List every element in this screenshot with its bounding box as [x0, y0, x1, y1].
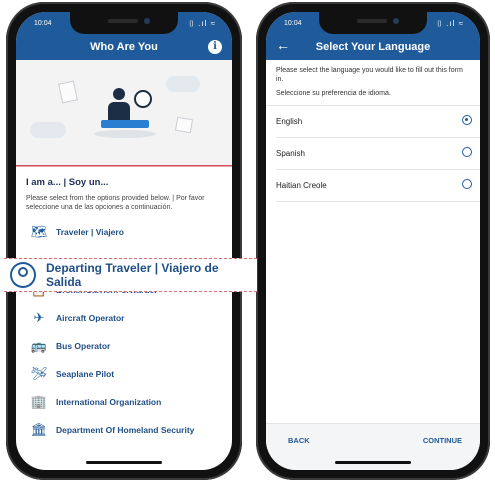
info-icon[interactable]: i	[208, 40, 222, 54]
role-label: Bus Operator	[56, 341, 111, 351]
select-language-screen: 10:04 ⌷ .ıl ≈ ← Select Your Language Ple…	[266, 12, 480, 470]
language-label: English	[276, 117, 303, 126]
role-seaplane-pilot[interactable]: 🛩 Seaplane Pilot	[16, 360, 232, 388]
language-option-spanish[interactable]: Spanish	[276, 138, 480, 170]
language-option-english[interactable]: English	[276, 106, 480, 138]
intro-text-es: Seleccione su preferencia de idioma.	[266, 84, 480, 106]
signal-icons: ⌷ .ıl ≈	[189, 19, 216, 28]
radio-selected[interactable]	[462, 115, 472, 125]
section-title: I am a... | Soy un...	[26, 177, 109, 188]
officer-icon	[113, 88, 125, 100]
signal-icons: ⌷ .ıl ≈	[437, 19, 464, 28]
role-label: Traveler | Viajero	[56, 227, 124, 237]
home-indicator[interactable]	[335, 461, 411, 464]
role-label: International Organization	[56, 397, 162, 407]
bus-icon: 🚌	[30, 338, 48, 353]
phone-right: 10:04 ⌷ .ıl ≈ ← Select Your Language Ple…	[256, 2, 490, 480]
role-aircraft-operator[interactable]: ✈ Aircraft Operator	[16, 304, 232, 332]
building-icon: 🏢	[30, 394, 48, 409]
language-label: Spanish	[276, 149, 305, 158]
home-indicator[interactable]	[86, 461, 162, 464]
role-departing-traveler[interactable]: Departing Traveler | Viajero de Salida	[4, 258, 257, 292]
role-bus-operator[interactable]: 🚌 Bus Operator	[16, 332, 232, 360]
notch	[319, 12, 427, 34]
passport-badge-icon	[134, 90, 152, 108]
role-international-organization[interactable]: 🏢 International Organization	[16, 388, 232, 416]
document-icon	[58, 80, 78, 104]
app-bar: ← Select Your Language	[266, 34, 480, 60]
role-label: Seaplane Pilot	[56, 369, 115, 379]
airplane-icon: ✈	[33, 310, 45, 325]
dhs-icon: 🏛	[30, 422, 48, 437]
hero-illustration	[16, 60, 232, 167]
status-time: 10:04	[34, 20, 52, 27]
who-are-you-screen: 10:04 ⌷ .ıl ≈ Who Are You i I am a... | …	[16, 12, 232, 470]
page-title: Select Your Language	[315, 41, 431, 53]
app-bar: Who Are You i	[16, 34, 232, 60]
phone-left: 10:04 ⌷ .ıl ≈ Who Are You i I am a... | …	[6, 2, 242, 480]
featured-role-label: Departing Traveler | Viajero de Salida	[45, 261, 219, 289]
radio-unselected[interactable]	[462, 147, 472, 157]
back-arrow-icon[interactable]: ←	[276, 37, 290, 53]
continue-button[interactable]: CONTINUE	[423, 436, 462, 445]
page-title: Who Are You	[90, 41, 158, 53]
seaplane-icon: 🛩	[30, 366, 48, 381]
cloud-icon	[166, 76, 200, 92]
role-label: Aircraft Operator	[56, 313, 125, 323]
role-traveler[interactable]: 🗺 Traveler | Viajero	[16, 218, 232, 246]
helper-text: Please select from the options provided …	[26, 195, 205, 211]
language-label: Haitian Creole	[276, 181, 327, 190]
status-time: 10:04	[284, 20, 302, 27]
role-label: Department Of Homeland Security	[56, 425, 195, 435]
back-button[interactable]: BACK	[288, 436, 310, 445]
user-circle-icon	[10, 262, 36, 288]
desk-icon	[101, 120, 149, 128]
language-option-haitian-creole[interactable]: Haitian Creole	[276, 170, 480, 202]
map-icon: 🗺	[30, 224, 48, 239]
radio-unselected[interactable]	[462, 179, 472, 189]
role-dhs[interactable]: 🏛 Department Of Homeland Security	[16, 416, 232, 444]
cloud-icon	[30, 122, 66, 138]
notch	[70, 12, 178, 34]
intro-text: Please select the language you would lik…	[276, 67, 463, 83]
document-icon	[174, 116, 194, 134]
